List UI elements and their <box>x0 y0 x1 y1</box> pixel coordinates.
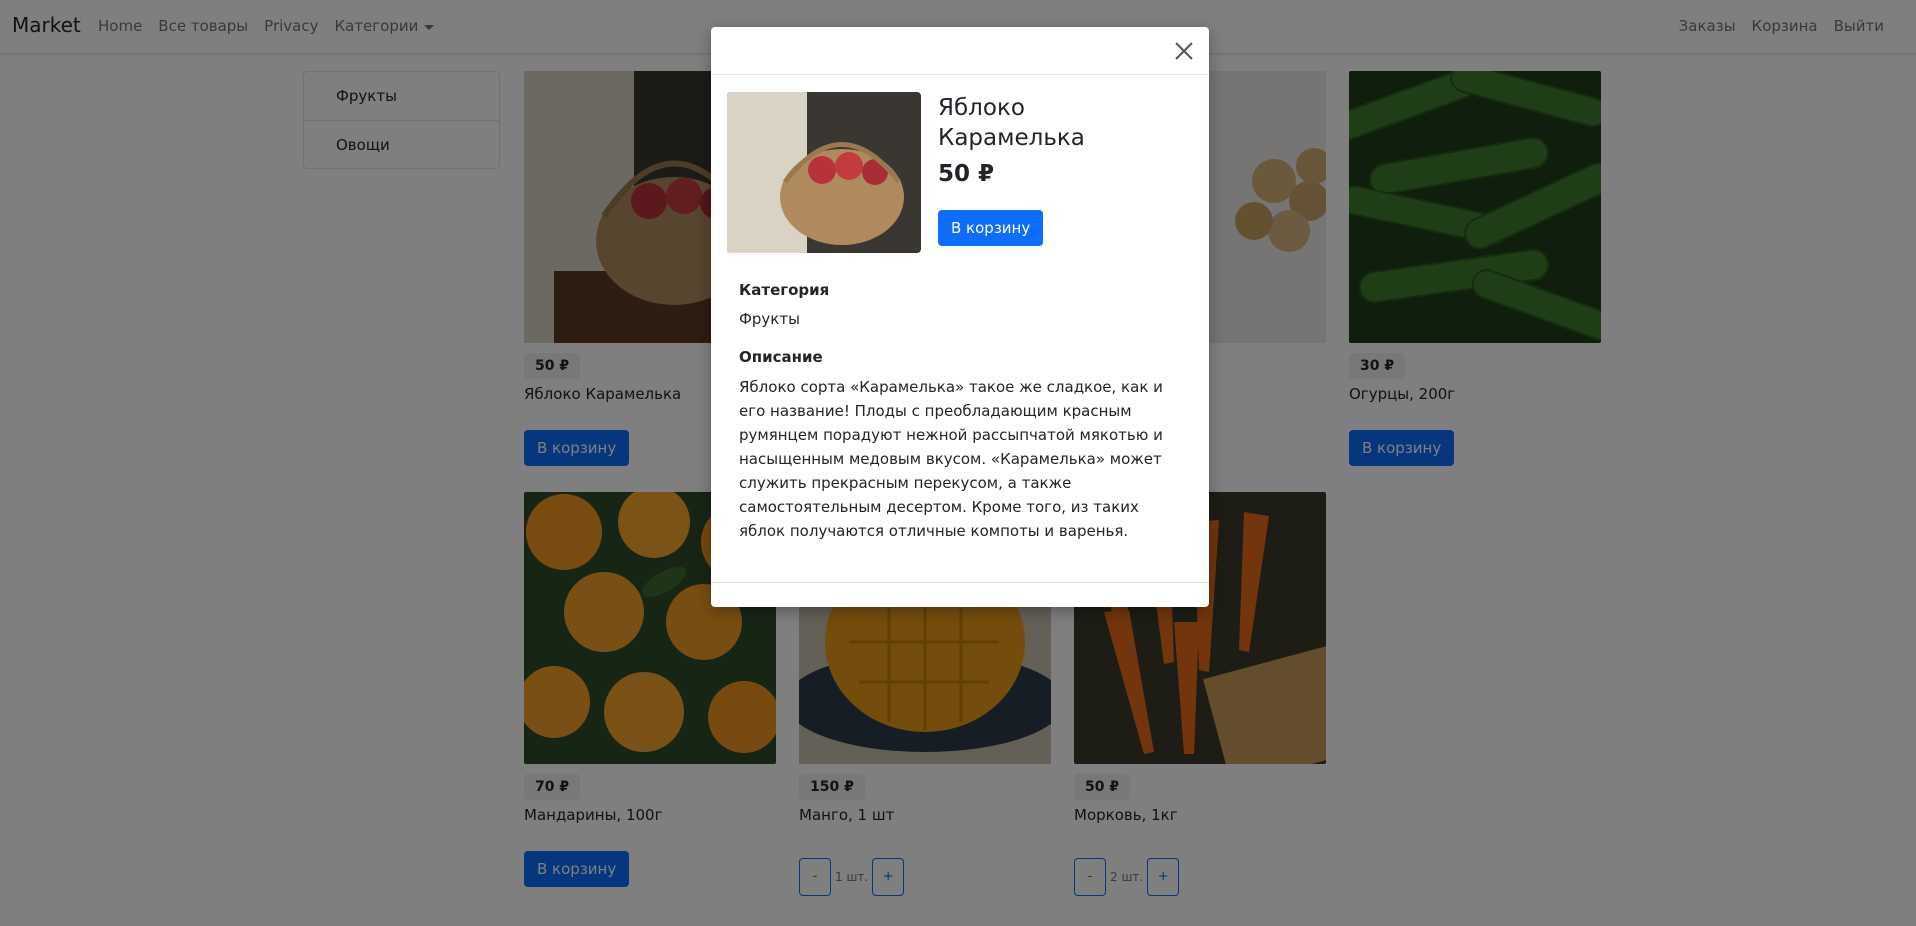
modal-footer-divider <box>711 582 1209 583</box>
modal-header <box>711 27 1209 75</box>
modal-title: Яблоко Карамелька <box>938 95 1085 151</box>
modal-price: 50 ₽ <box>938 161 995 187</box>
category-value: Фрукты <box>739 310 800 328</box>
modal-product-photo <box>727 92 921 253</box>
modal-add-to-cart-button[interactable]: В корзину <box>938 210 1044 246</box>
description-label: Описание <box>739 348 823 366</box>
product-detail-modal: Яблоко Карамелька 50 ₽ В корзину Категор… <box>711 27 1209 607</box>
description-text: Яблоко сорта «Карамелька» такое же сладк… <box>739 378 1163 540</box>
category-label: Категория <box>739 281 830 299</box>
close-icon[interactable] <box>1173 40 1195 62</box>
